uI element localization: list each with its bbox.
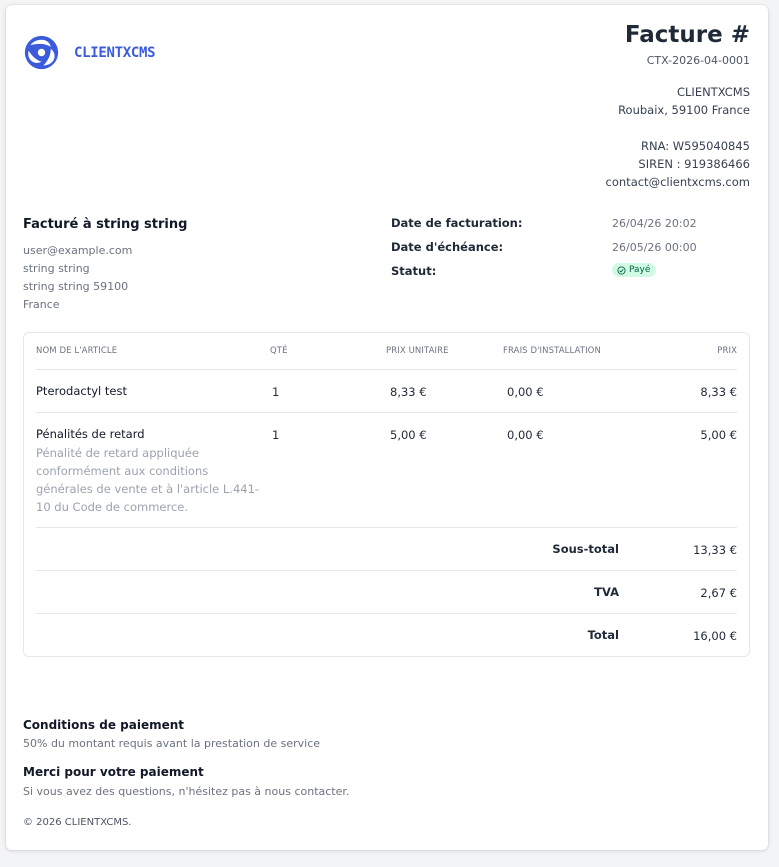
item-setup-fee: 0,00 € bbox=[507, 428, 544, 442]
item-qty: 1 bbox=[272, 385, 280, 399]
bill-to-email: user@example.com bbox=[23, 244, 133, 257]
item-description: Pénalité de retard appliquée conformémen… bbox=[36, 446, 260, 514]
status-value: Payé bbox=[629, 265, 651, 275]
company-name: CLIENTXCMS bbox=[676, 85, 750, 99]
bill-to-title: Facturé à string string bbox=[23, 217, 188, 232]
company-address: Roubaix, 59100 France bbox=[618, 103, 750, 117]
invoice-card: CLIENTXCMS Facture # CTX-2026-04-0001 CL… bbox=[6, 5, 768, 850]
item-price: 5,00 € bbox=[700, 428, 737, 442]
subtotal-label: Sous-total bbox=[552, 542, 619, 556]
bill-to-city: string string 59100 bbox=[23, 280, 129, 293]
check-circle-icon bbox=[617, 265, 626, 275]
total-label: Total bbox=[587, 628, 619, 642]
payment-terms-text: 50% du montant requis avant la prestatio… bbox=[23, 737, 321, 750]
item-unit-price: 5,00 € bbox=[390, 428, 427, 442]
col-header-unit-price: PRIX UNITAIRE bbox=[386, 346, 449, 356]
tax-label: TVA bbox=[594, 585, 619, 599]
tax-value: 2,67 € bbox=[700, 586, 737, 600]
company-email[interactable]: contact@clientxcms.com bbox=[606, 173, 750, 191]
bill-to-details: user@example.com string string string st… bbox=[23, 242, 132, 314]
company-rna: RNA: W595040845 bbox=[640, 139, 750, 153]
col-header-price: PRIX bbox=[717, 346, 737, 356]
invoice-number: CTX-2026-04-0001 bbox=[646, 54, 750, 67]
bill-to-country: France bbox=[23, 298, 60, 311]
brand-name: CLIENTXCMS bbox=[74, 44, 156, 61]
divider bbox=[36, 412, 737, 413]
invoice-title: Facture # bbox=[624, 22, 750, 48]
items-table: NOM DE L'ARTICLE QTÉ PRIX UNITAIRE FRAIS… bbox=[23, 332, 750, 657]
divider bbox=[36, 527, 737, 528]
item-price: 8,33 € bbox=[700, 385, 737, 399]
item-unit-price: 8,33 € bbox=[390, 385, 427, 399]
item-name: Pterodactyl test bbox=[36, 384, 127, 398]
copyright: © 2026 CLIENTXCMS. bbox=[23, 817, 132, 828]
thanks-text: Si vous avez des questions, n'hésitez pa… bbox=[23, 785, 350, 798]
divider bbox=[36, 613, 737, 614]
item-name: Pénalités de retard bbox=[36, 427, 145, 441]
thanks-title: Merci pour votre paiement bbox=[23, 765, 204, 779]
item-qty: 1 bbox=[272, 428, 280, 442]
status-badge: Payé bbox=[612, 263, 657, 277]
col-header-qty: QTÉ bbox=[270, 346, 288, 356]
total-value: 16,00 € bbox=[693, 629, 737, 643]
due-date-label: Date d'échéance: bbox=[391, 240, 504, 254]
payment-terms-title: Conditions de paiement bbox=[23, 718, 185, 732]
col-header-setup-fee: FRAIS D'INSTALLATION bbox=[503, 346, 601, 356]
divider bbox=[36, 369, 737, 370]
company-block: CLIENTXCMS Roubaix, 59100 France RNA: W5… bbox=[606, 83, 750, 191]
item-setup-fee: 0,00 € bbox=[507, 385, 544, 399]
brand-logo[interactable]: CLIENTXCMS bbox=[23, 34, 156, 71]
invoice-date-value: 26/04/26 20:02 bbox=[612, 217, 697, 230]
invoice-date-label: Date de facturation: bbox=[391, 216, 523, 230]
subtotal-value: 13,33 € bbox=[693, 543, 737, 557]
status-label: Statut: bbox=[391, 264, 437, 278]
company-siren: SIREN : 919386466 bbox=[638, 157, 750, 171]
bill-to-name: string string bbox=[23, 262, 90, 275]
divider bbox=[36, 570, 737, 571]
due-date-value: 26/05/26 00:00 bbox=[612, 241, 697, 254]
col-header-name: NOM DE L'ARTICLE bbox=[36, 346, 118, 356]
clientxcms-logo-icon bbox=[24, 35, 59, 70]
